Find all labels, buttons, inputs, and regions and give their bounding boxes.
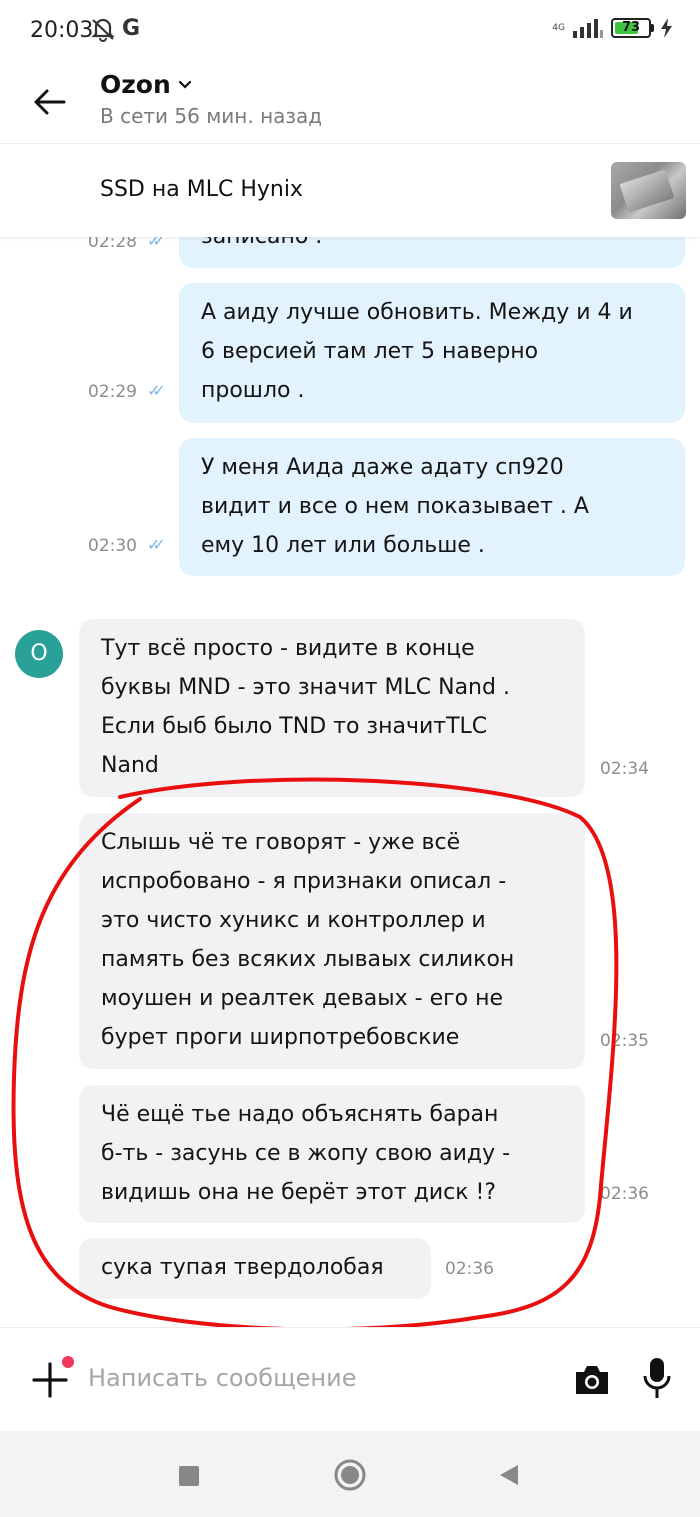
double-check-icon: ✓✓ — [147, 535, 166, 554]
status-bar: 20:03 G 4G 73 — [0, 0, 700, 60]
message-bubble-outgoing: У меня Аида даже адату сп920 видит и все… — [179, 438, 685, 576]
message-bubble-incoming: Слышь чё те говорят - уже всё испробован… — [79, 813, 585, 1069]
product-name: SSD на MLC Hynix — [100, 177, 303, 202]
message-time: 02:29 — [88, 382, 137, 402]
home-circle-icon — [334, 1459, 366, 1491]
chat-title: Ozon — [100, 70, 171, 99]
camera-button[interactable] — [573, 1360, 611, 1398]
message-line: Чё ещё тье надо объяснять баран — [101, 1102, 499, 1127]
message-line: Тут всё просто - видите в конце — [101, 636, 475, 661]
message-line: Nand — [101, 753, 159, 778]
message-time: 02:28 — [88, 237, 137, 252]
chat-header: Ozon В сети 56 мин. назад — [0, 60, 700, 144]
recent-apps-button[interactable] — [178, 1465, 200, 1491]
square-icon — [179, 1466, 199, 1486]
message-line: моушен и реалтек деваых - его не — [101, 986, 504, 1011]
chat-title-button[interactable]: Ozon — [100, 70, 193, 99]
message-bubble-incoming: Чё ещё тье надо объяснять баран б-ть - з… — [79, 1085, 585, 1223]
message-line: 6 версией там лет 5 наверно — [201, 339, 539, 364]
back-nav-button[interactable] — [498, 1463, 520, 1491]
message-time: 02:30 — [88, 536, 137, 556]
back-button[interactable] — [30, 82, 70, 122]
bell-muted-icon — [90, 16, 116, 46]
triangle-back-icon — [500, 1465, 518, 1485]
double-check-icon: ✓✓ — [147, 237, 166, 250]
product-thumbnail — [611, 162, 686, 219]
message-time: 02:36 — [600, 1184, 649, 1204]
message-line: память без всяких лываых силикон — [101, 947, 515, 972]
status-right-group: 4G 73 — [552, 18, 674, 38]
microphone-icon — [643, 1358, 671, 1398]
avatar[interactable]: O — [15, 630, 63, 678]
message-line: Если быб было TND то значитTLC — [101, 714, 488, 739]
chat-status: В сети 56 мин. назад — [100, 104, 323, 128]
message-line: А аиду лучше обновить. Между и 4 и — [201, 300, 633, 325]
message-line: Слышь чё те говорят - уже всё — [101, 830, 461, 855]
chevron-down-icon — [178, 80, 191, 89]
message-bubble-outgoing: записано . — [179, 237, 685, 268]
home-button[interactable] — [334, 1459, 366, 1495]
message-line: это чисто хуникс и контроллер и — [101, 908, 486, 933]
battery-icon: 73 — [611, 18, 654, 38]
message-line: сука тупая твердолобая — [101, 1255, 384, 1280]
arrow-left-icon — [34, 89, 66, 115]
mic-button[interactable] — [640, 1356, 674, 1400]
message-time: 02:36 — [445, 1259, 494, 1279]
network-type: 4G — [552, 22, 565, 33]
notification-dot — [62, 1356, 74, 1368]
message-line: бурет проги ширпотребовские — [101, 1025, 460, 1050]
message-bubble-incoming: Тут всё просто - видите в конце буквы MN… — [79, 619, 585, 797]
status-time: 20:03 — [30, 18, 94, 43]
message-composer — [0, 1327, 700, 1431]
message-line: испробовано - я признаки описал - — [101, 869, 507, 894]
message-line: записано . — [201, 237, 322, 256]
message-line: видит и все о нем показывает . А — [201, 494, 589, 519]
message-time: 02:35 — [600, 1031, 649, 1051]
camera-icon — [576, 1366, 608, 1394]
product-bar[interactable]: SSD на MLC Hynix — [0, 145, 700, 237]
battery-level: 73 — [621, 20, 641, 35]
google-icon: G — [122, 16, 141, 41]
message-line: У меня Аида даже адату сп920 — [201, 455, 564, 480]
message-line: б-ть - засунь се в жопу свою аиду - — [101, 1141, 511, 1166]
message-bubble-incoming: сука тупая твердолобая — [79, 1238, 431, 1299]
system-nav-bar — [0, 1431, 700, 1517]
message-line: видишь она не берёт этот диск !? — [101, 1180, 497, 1205]
message-time: 02:34 — [600, 759, 649, 779]
message-line: прошло . — [201, 378, 305, 403]
message-list[interactable]: записано . 02:28 ✓✓ А аиду лучше обновит… — [0, 237, 700, 1327]
signal-icon — [573, 19, 603, 38]
double-check-icon: ✓✓ — [147, 381, 166, 400]
message-line: ему 10 лет или больше . — [201, 533, 485, 558]
message-line: буквы MND - это значит MLC Nand . — [101, 675, 510, 700]
charging-icon — [661, 18, 672, 38]
message-input[interactable] — [88, 1356, 548, 1400]
message-bubble-outgoing: А аиду лучше обновить. Между и 4 и 6 вер… — [179, 283, 685, 423]
